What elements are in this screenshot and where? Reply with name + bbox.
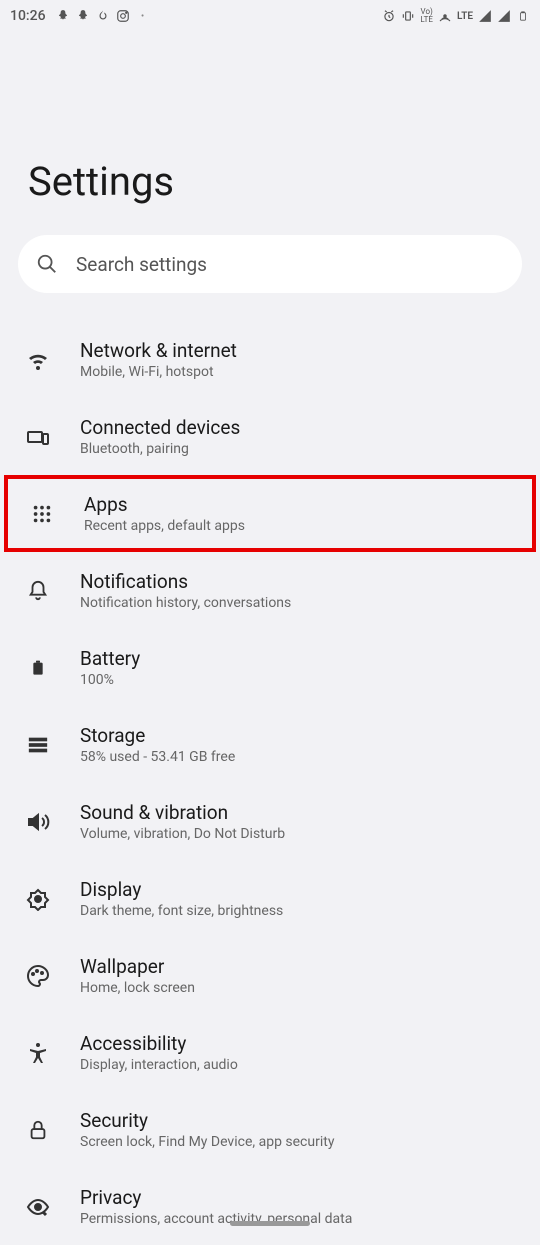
- search-icon: [36, 253, 58, 275]
- settings-item-sound[interactable]: Sound & vibration Volume, vibration, Do …: [0, 783, 540, 860]
- settings-item-accessibility[interactable]: Accessibility Display, interaction, audi…: [0, 1014, 540, 1091]
- dot-icon: •: [136, 9, 150, 23]
- settings-item-display[interactable]: Display Dark theme, font size, brightnes…: [0, 860, 540, 937]
- settings-item-wallpaper[interactable]: Wallpaper Home, lock screen: [0, 937, 540, 1014]
- settings-list: Network & internet Mobile, Wi-Fi, hotspo…: [0, 321, 540, 1245]
- item-label: Sound & vibration: [80, 801, 285, 824]
- hotspot-icon: [438, 9, 452, 23]
- volume-icon: [24, 808, 52, 836]
- item-sub: Permissions, account activity, personal …: [80, 1211, 352, 1227]
- item-sub: Bluetooth, pairing: [80, 441, 240, 457]
- item-sub: Volume, vibration, Do Not Disturb: [80, 826, 285, 842]
- item-sub: 100%: [80, 672, 140, 688]
- item-label: Display: [80, 878, 283, 901]
- item-sub: Recent apps, default apps: [84, 518, 245, 534]
- instagram-icon: [116, 9, 130, 23]
- battery-icon: [516, 9, 530, 23]
- item-sub: Screen lock, Find My Device, app securit…: [80, 1134, 334, 1150]
- devices-icon: [24, 423, 52, 451]
- item-sub: Display, interaction, audio: [80, 1057, 238, 1073]
- page-title: Settings: [0, 28, 540, 235]
- lock-icon: [24, 1116, 52, 1144]
- settings-item-battery[interactable]: Battery 100%: [0, 629, 540, 706]
- palette-icon: [24, 962, 52, 990]
- item-label: Apps: [84, 493, 245, 516]
- item-label: Connected devices: [80, 416, 240, 439]
- item-sub: Home, lock screen: [80, 980, 195, 996]
- search-settings[interactable]: Search settings: [18, 235, 522, 293]
- settings-item-apps[interactable]: Apps Recent apps, default apps: [4, 475, 536, 552]
- snapchat-icon: [76, 9, 90, 23]
- privacy-eye-icon: [24, 1193, 52, 1221]
- snapchat-icon: [56, 9, 70, 23]
- signal-icon: [497, 9, 511, 23]
- item-sub: Notification history, conversations: [80, 595, 291, 611]
- apps-grid-icon: [28, 500, 56, 528]
- item-sub: Mobile, Wi-Fi, hotspot: [80, 364, 237, 380]
- item-label: Accessibility: [80, 1032, 238, 1055]
- settings-item-connected-devices[interactable]: Connected devices Bluetooth, pairing: [0, 398, 540, 475]
- status-left: 10:26 •: [10, 8, 150, 24]
- accessibility-icon: [24, 1039, 52, 1067]
- brightness-icon: [24, 885, 52, 913]
- item-label: Privacy: [80, 1186, 352, 1209]
- nav-handle[interactable]: [230, 1221, 310, 1226]
- item-label: Network & internet: [80, 339, 237, 362]
- battery-icon: [24, 654, 52, 682]
- item-sub: 58% used - 53.41 GB free: [80, 749, 235, 765]
- settings-item-network[interactable]: Network & internet Mobile, Wi-Fi, hotspo…: [0, 321, 540, 398]
- bell-icon: [24, 577, 52, 605]
- lte-label: LTE: [457, 11, 473, 22]
- item-label: Storage: [80, 724, 235, 747]
- settings-item-notifications[interactable]: Notifications Notification history, conv…: [0, 552, 540, 629]
- item-sub: Dark theme, font size, brightness: [80, 903, 283, 919]
- search-placeholder: Search settings: [76, 253, 207, 276]
- wifi-icon: [24, 346, 52, 374]
- status-time: 10:26: [10, 8, 46, 24]
- status-right: Vo)LTE LTE: [382, 8, 530, 24]
- status-bar: 10:26 • Vo)LTE LTE: [0, 0, 540, 28]
- alarm-icon: [382, 9, 396, 23]
- signal-icon: [478, 9, 492, 23]
- item-label: Battery: [80, 647, 140, 670]
- item-label: Security: [80, 1109, 334, 1132]
- flame-icon: [96, 9, 110, 23]
- item-label: Wallpaper: [80, 955, 195, 978]
- settings-item-security[interactable]: Security Screen lock, Find My Device, ap…: [0, 1091, 540, 1168]
- volte-icon: Vo)LTE: [420, 8, 433, 24]
- item-label: Notifications: [80, 570, 291, 593]
- settings-item-privacy[interactable]: Privacy Permissions, account activity, p…: [0, 1168, 540, 1245]
- settings-item-storage[interactable]: Storage 58% used - 53.41 GB free: [0, 706, 540, 783]
- vibrate-icon: [401, 9, 415, 23]
- storage-icon: [24, 731, 52, 759]
